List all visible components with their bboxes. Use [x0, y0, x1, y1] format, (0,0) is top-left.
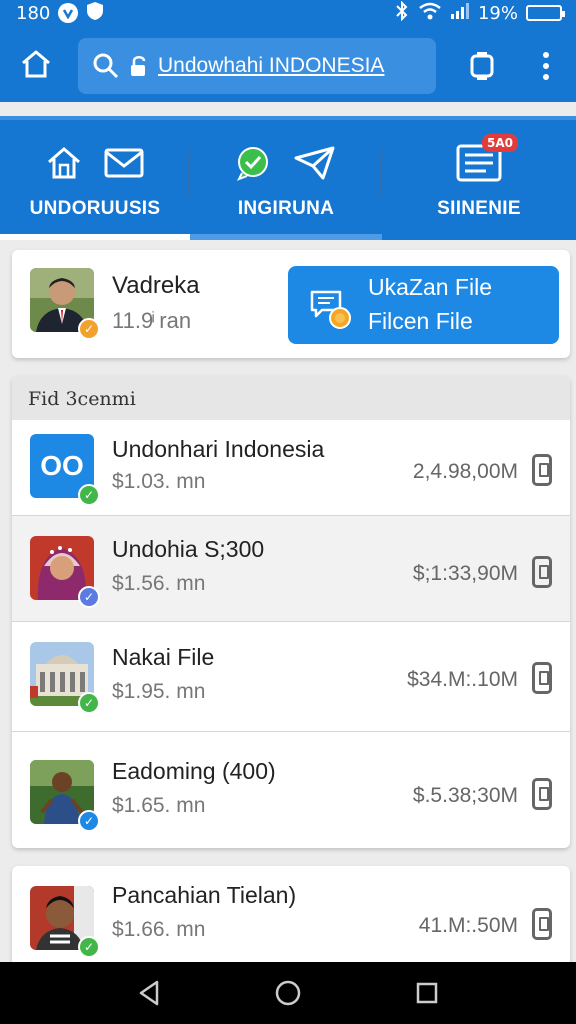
list-header: Fid 3cenmi	[12, 376, 570, 420]
tab-ingiruna[interactable]: INGIRUNA	[190, 120, 382, 240]
item-name: Pancahian Tielan)	[112, 882, 297, 908]
category-tabs: UNDORUUSIS INGIRUNA 5A0 SIINENIE	[0, 116, 576, 240]
item-subtitle: $1.56. mn	[112, 572, 206, 595]
recents-button[interactable]	[407, 973, 447, 1013]
upload-button-line1: UkaZan File	[368, 274, 492, 300]
profile-card: ✓ Vadreka 11.9ͥ ran UkaZan File Filcen F…	[12, 250, 570, 358]
item-name: Eadoming (400)	[112, 758, 276, 784]
tab-undoruusis[interactable]: UNDORUUSIS	[0, 120, 190, 240]
bluetooth-icon	[394, 0, 410, 26]
profile-name: Vadreka	[112, 272, 200, 299]
notification-icon	[58, 3, 79, 23]
verified-icon: ✓	[78, 810, 100, 832]
battery-percent: 19%	[477, 2, 518, 24]
item-name: Nakai File	[112, 644, 215, 670]
item-subtitle: $1.95. mn	[112, 680, 206, 703]
item-amount: $34.M:.10M	[407, 668, 518, 691]
notification-badge: 5A0	[482, 134, 518, 152]
avatar: ✓	[30, 760, 100, 832]
home-button[interactable]	[0, 26, 72, 102]
phone-icon[interactable]	[532, 908, 552, 940]
verified-icon: ✓	[78, 484, 100, 506]
list-item[interactable]: ✓ Eadoming (400) $1.65. mn $.5.38;30M	[12, 732, 570, 848]
tab-label: SIINENIE	[437, 198, 521, 219]
file-list: Fid 3cenmi OO ✓ Undonhari Indonesia $1.0…	[12, 376, 570, 848]
tabs-button[interactable]	[460, 48, 504, 84]
profile-subtitle: 11.9ͥ ran	[112, 308, 192, 333]
back-button[interactable]	[129, 973, 169, 1013]
avatar: ✓	[30, 642, 100, 714]
upload-button-line2: Filcen File	[368, 308, 473, 334]
system-nav-bar	[0, 962, 576, 1024]
status-time: 180	[16, 2, 51, 24]
item-amount: $;1:33,90M	[412, 562, 518, 585]
search-bar[interactable]: Undowhahi INDONESIA	[78, 38, 436, 94]
item-amount: 41.M:.50M	[418, 914, 518, 937]
phone-icon[interactable]	[532, 454, 552, 486]
recents-icon	[416, 982, 437, 1004]
item-subtitle: $1.66. mn	[112, 918, 206, 941]
verified-icon: ✓	[78, 318, 100, 340]
avatar[interactable]: ✓	[30, 268, 100, 340]
verified-icon: ✓	[78, 692, 100, 714]
chat-coin-icon	[310, 288, 356, 336]
phone-icon[interactable]	[532, 556, 552, 588]
upload-file-button[interactable]: UkaZan File Filcen File	[288, 266, 559, 344]
phone-icon[interactable]	[532, 778, 552, 810]
tab-siinenie[interactable]: 5A0 SIINENIE	[382, 120, 576, 240]
lock-icon	[131, 56, 146, 76]
phone-icon[interactable]	[532, 662, 552, 694]
signal-icon	[450, 2, 470, 25]
avatar: ✓	[30, 536, 100, 608]
wifi-icon	[418, 2, 442, 25]
battery-icon	[526, 5, 565, 21]
search-query[interactable]: Undowhahi INDONESIA	[158, 54, 384, 78]
avatar: OO ✓	[30, 434, 100, 506]
list-item[interactable]: ✓ Undohia S;300 $1.56. mn $;1:33,90M	[12, 516, 570, 622]
item-subtitle: $1.03. mn	[112, 470, 206, 493]
overflow-menu-button[interactable]	[526, 44, 566, 88]
home-nav-button[interactable]	[268, 973, 308, 1013]
home-icon	[22, 50, 50, 78]
home-icon	[48, 147, 80, 179]
back-icon	[140, 980, 159, 1006]
tab-label: UNDORUUSIS	[29, 198, 161, 219]
home-circle-icon	[275, 980, 301, 1006]
tabs-icon	[470, 52, 494, 80]
verified-icon: ✓	[78, 586, 100, 608]
chat-icon	[236, 147, 268, 181]
verified-icon: ✓	[78, 936, 100, 958]
shield-icon	[86, 1, 104, 26]
send-icon	[294, 146, 335, 180]
app-bar: Undowhahi INDONESIA	[0, 26, 576, 102]
item-name: Undonhari Indonesia	[112, 436, 325, 462]
item-subtitle: $1.65. mn	[112, 794, 206, 817]
list-item[interactable]: OO ✓ Undonhari Indonesia $1.03. mn 2,4.9…	[12, 420, 570, 516]
item-amount: $.5.38;30M	[412, 784, 518, 807]
list-item[interactable]: ✓ Nakai File $1.95. mn $34.M:.10M	[12, 622, 570, 732]
search-icon	[93, 53, 119, 79]
item-name: Undohia S;300	[112, 536, 265, 562]
list-item[interactable]: ✓ Pancahian Tielan) $1.66. mn 41.M:.50M	[12, 866, 570, 976]
avatar: ✓	[30, 886, 100, 958]
mail-icon	[104, 148, 144, 178]
item-amount: 2,4.98,00M	[412, 460, 518, 483]
tab-label: INGIRUNA	[237, 198, 335, 219]
status-bar: 180 19%	[0, 0, 576, 26]
